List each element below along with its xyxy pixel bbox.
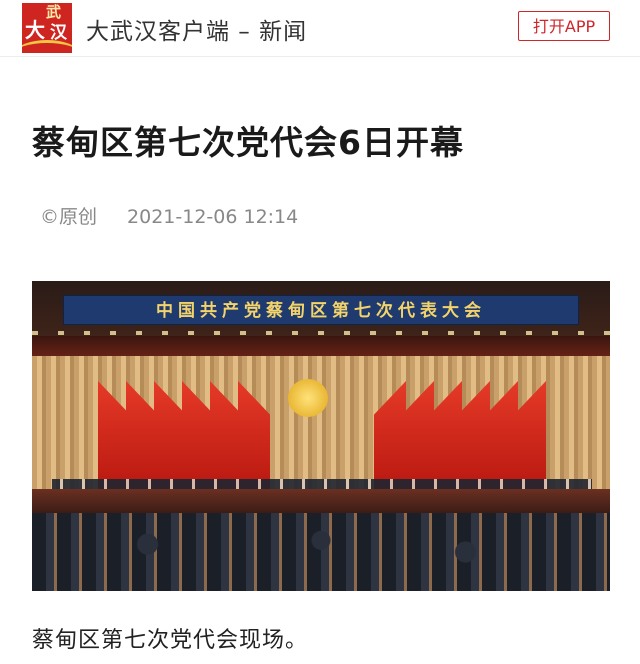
flag bbox=[210, 381, 242, 493]
article-title: 蔡甸区第七次党代会6日开幕 bbox=[32, 123, 464, 162]
flag bbox=[430, 381, 462, 493]
article-meta: ©原创 2021-12-06 12:14 bbox=[40, 202, 298, 229]
flag bbox=[126, 381, 158, 493]
open-app-button[interactable]: 打开APP bbox=[518, 11, 610, 41]
logo-char-wu: 武 bbox=[46, 3, 62, 21]
article-timestamp: 2021-12-06 12:14 bbox=[127, 206, 299, 228]
app-logo[interactable]: 大 武 汉 bbox=[22, 3, 72, 53]
flag bbox=[486, 381, 518, 493]
photo-audience bbox=[32, 513, 610, 591]
photo-caption: 蔡甸区第七次党代会现场。 bbox=[32, 628, 309, 653]
logo-swirl-icon bbox=[22, 40, 72, 53]
logo-char-da: 大 bbox=[25, 18, 45, 42]
flag bbox=[182, 381, 214, 493]
app-name: 大武汉客户端 – 新闻 bbox=[86, 19, 308, 45]
photo-valance bbox=[32, 336, 610, 358]
top-bar: 大 武 汉 大武汉客户端 – 新闻 打开APP bbox=[0, 0, 640, 57]
flag bbox=[458, 381, 490, 493]
flag bbox=[514, 381, 546, 493]
flag bbox=[98, 381, 130, 493]
flag bbox=[402, 381, 434, 493]
photo-banner: 中国共产党蔡甸区第七次代表大会 bbox=[63, 295, 579, 325]
flag bbox=[374, 381, 406, 493]
article-source: ©原创 bbox=[40, 206, 98, 228]
flag bbox=[238, 381, 270, 493]
photo-stage bbox=[32, 489, 610, 513]
party-emblem-icon bbox=[288, 379, 328, 417]
flag bbox=[154, 381, 186, 493]
photo-ceiling-lights bbox=[32, 331, 610, 335]
article-photo[interactable]: 中国共产党蔡甸区第七次代表大会 bbox=[32, 281, 610, 591]
